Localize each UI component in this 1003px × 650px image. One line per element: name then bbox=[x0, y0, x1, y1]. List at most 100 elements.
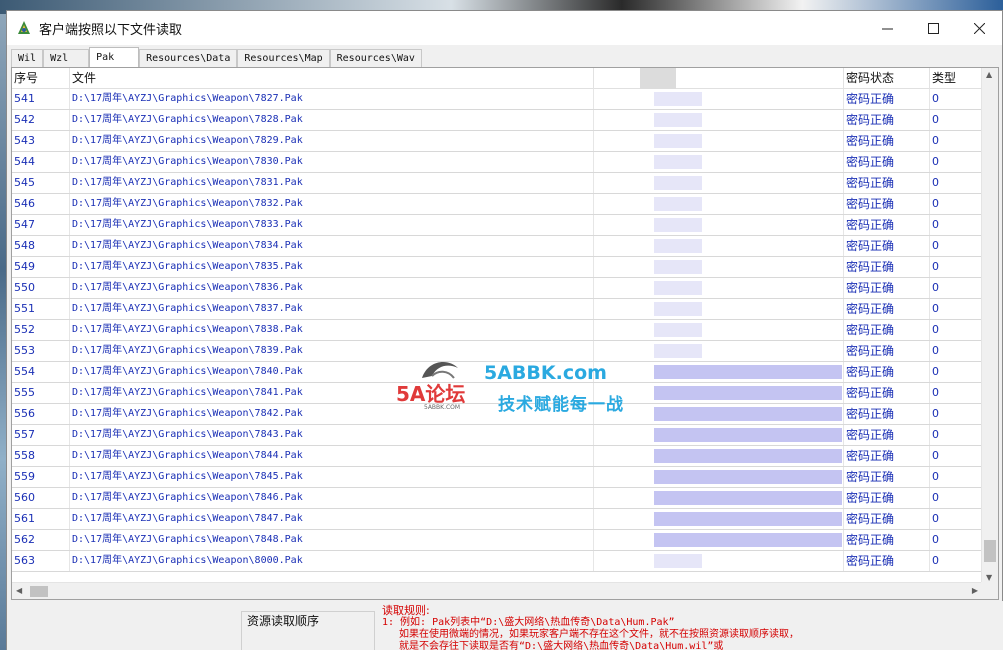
table-row[interactable]: 552 D:\17周年\AYZJ\Graphics\Weapon\7838.Pak… bbox=[12, 320, 982, 341]
row-password-status: 密码正确 bbox=[844, 215, 930, 235]
tab-bar: Wil Wzl Pak Resources\Data Resources\Map… bbox=[11, 47, 422, 68]
column-header-file[interactable]: 文件 bbox=[70, 68, 594, 89]
obscured-content bbox=[654, 554, 702, 568]
table-row[interactable]: 557 D:\17周年\AYZJ\Graphics\Weapon\7843.Pak… bbox=[12, 425, 982, 446]
vertical-scroll-thumb[interactable] bbox=[984, 540, 996, 562]
row-file-path: D:\17周年\AYZJ\Graphics\Weapon\7832.Pak bbox=[70, 194, 594, 214]
row-password-status: 密码正确 bbox=[844, 278, 930, 298]
row-number: 545 bbox=[12, 173, 70, 193]
row-password-status: 密码正确 bbox=[844, 362, 930, 382]
table-row[interactable]: 559 D:\17周年\AYZJ\Graphics\Weapon\7845.Pak… bbox=[12, 467, 982, 488]
table-row[interactable]: 551 D:\17周年\AYZJ\Graphics\Weapon\7837.Pak… bbox=[12, 299, 982, 320]
row-obscured-cell bbox=[594, 446, 844, 466]
row-number: 558 bbox=[12, 446, 70, 466]
table-row[interactable]: 545 D:\17周年\AYZJ\Graphics\Weapon\7831.Pak… bbox=[12, 173, 982, 194]
table-row[interactable]: 548 D:\17周年\AYZJ\Graphics\Weapon\7834.Pak… bbox=[12, 236, 982, 257]
column-header-obscured[interactable] bbox=[594, 68, 844, 89]
window-title: 客户端按照以下文件读取 bbox=[39, 22, 183, 38]
table-row[interactable]: 549 D:\17周年\AYZJ\Graphics\Weapon\7835.Pak… bbox=[12, 257, 982, 278]
obscured-header-patch bbox=[640, 68, 676, 89]
row-type: 0 bbox=[930, 551, 982, 571]
row-file-path: D:\17周年\AYZJ\Graphics\Weapon\7835.Pak bbox=[70, 257, 594, 277]
row-type: 0 bbox=[930, 383, 982, 403]
maximize-icon bbox=[927, 22, 939, 34]
row-type: 0 bbox=[930, 173, 982, 193]
tab-resources-data[interactable]: Resources\Data bbox=[139, 49, 238, 67]
row-number: 546 bbox=[12, 194, 70, 214]
scroll-left-icon[interactable]: ◀ bbox=[16, 586, 22, 595]
file-list[interactable]: 序号 文件 密码状态 类型 541 D:\17周年\AYZJ\Graphics\W… bbox=[11, 67, 999, 600]
row-password-status: 密码正确 bbox=[844, 383, 930, 403]
resource-order-title: 资源读取顺序 bbox=[247, 612, 320, 629]
scroll-down-icon[interactable]: ▼ bbox=[986, 573, 992, 582]
obscured-content bbox=[654, 470, 842, 484]
row-type: 0 bbox=[930, 257, 982, 277]
close-button[interactable] bbox=[956, 11, 1002, 45]
row-file-path: D:\17周年\AYZJ\Graphics\Weapon\7847.Pak bbox=[70, 509, 594, 529]
table-row[interactable]: 561 D:\17周年\AYZJ\Graphics\Weapon\7847.Pak… bbox=[12, 509, 982, 530]
row-file-path: D:\17周年\AYZJ\Graphics\Weapon\7829.Pak bbox=[70, 131, 594, 151]
row-password-status: 密码正确 bbox=[844, 152, 930, 172]
row-file-path: D:\17周年\AYZJ\Graphics\Weapon\7844.Pak bbox=[70, 446, 594, 466]
rule-line-3: 就是不会存往下读取是否有“D:\盛大网络\热血传奇\Data\Hum.wil”或 bbox=[399, 641, 724, 650]
row-number: 561 bbox=[12, 509, 70, 529]
table-row[interactable]: 547 D:\17周年\AYZJ\Graphics\Weapon\7833.Pak… bbox=[12, 215, 982, 236]
row-obscured-cell bbox=[594, 509, 844, 529]
row-number: 560 bbox=[12, 488, 70, 508]
tab-resources-wav[interactable]: Resources\Wav bbox=[329, 49, 422, 67]
watermark: 5A论坛 5ABBK.COM 5ABBK.com 技术赋能每一战 bbox=[396, 356, 636, 426]
row-password-status: 密码正确 bbox=[844, 236, 930, 256]
scroll-right-icon[interactable]: ▶ bbox=[972, 586, 978, 595]
row-type: 0 bbox=[930, 362, 982, 382]
table-row[interactable]: 563 D:\17周年\AYZJ\Graphics\Weapon\8000.Pak… bbox=[12, 551, 982, 572]
table-row[interactable]: 560 D:\17周年\AYZJ\Graphics\Weapon\7846.Pak… bbox=[12, 488, 982, 509]
row-obscured-cell bbox=[594, 257, 844, 277]
tab-wil[interactable]: Wil bbox=[11, 49, 44, 67]
row-password-status: 密码正确 bbox=[844, 446, 930, 466]
row-number: 562 bbox=[12, 530, 70, 550]
row-type: 0 bbox=[930, 215, 982, 235]
row-password-status: 密码正确 bbox=[844, 194, 930, 214]
row-number: 555 bbox=[12, 383, 70, 403]
column-header-type[interactable]: 类型 bbox=[930, 68, 982, 89]
table-row[interactable]: 546 D:\17周年\AYZJ\Graphics\Weapon\7832.Pak… bbox=[12, 194, 982, 215]
row-obscured-cell bbox=[594, 89, 844, 109]
title-bar[interactable]: 客户端按照以下文件读取 bbox=[7, 11, 1002, 45]
maximize-button[interactable] bbox=[910, 11, 956, 45]
bottom-panel: 资源读取顺序 读取规则: 1: 例如: Pak列表中“D:\盛大网络\热血传奇\… bbox=[7, 601, 1003, 650]
table-row[interactable]: 562 D:\17周年\AYZJ\Graphics\Weapon\7848.Pak… bbox=[12, 530, 982, 551]
obscured-content bbox=[654, 491, 842, 505]
horizontal-scrollbar[interactable]: ◀ ▶ bbox=[12, 582, 982, 599]
row-file-path: D:\17周年\AYZJ\Graphics\Weapon\7828.Pak bbox=[70, 110, 594, 130]
obscured-content bbox=[654, 197, 702, 211]
table-row[interactable]: 543 D:\17周年\AYZJ\Graphics\Weapon\7829.Pak… bbox=[12, 131, 982, 152]
table-row[interactable]: 542 D:\17周年\AYZJ\Graphics\Weapon\7828.Pak… bbox=[12, 110, 982, 131]
row-type: 0 bbox=[930, 236, 982, 256]
table-row[interactable]: 541 D:\17周年\AYZJ\Graphics\Weapon\7827.Pak… bbox=[12, 89, 982, 110]
row-obscured-cell bbox=[594, 236, 844, 256]
vertical-scrollbar[interactable]: ▲ ▼ bbox=[981, 68, 998, 584]
tab-pak[interactable]: Pak bbox=[89, 47, 140, 68]
tab-wzl[interactable]: Wzl bbox=[43, 49, 90, 67]
watermark-brand-sub: 5ABBK.COM bbox=[424, 404, 461, 411]
row-file-path: D:\17周年\AYZJ\Graphics\Weapon\8000.Pak bbox=[70, 551, 594, 571]
horizontal-scroll-thumb[interactable] bbox=[30, 586, 48, 597]
row-password-status: 密码正确 bbox=[844, 509, 930, 529]
minimize-button[interactable] bbox=[864, 11, 910, 45]
obscured-content bbox=[654, 239, 702, 253]
row-type: 0 bbox=[930, 509, 982, 529]
column-header-no[interactable]: 序号 bbox=[12, 68, 70, 89]
table-row[interactable]: 544 D:\17周年\AYZJ\Graphics\Weapon\7830.Pak… bbox=[12, 152, 982, 173]
table-row[interactable]: 550 D:\17周年\AYZJ\Graphics\Weapon\7836.Pak… bbox=[12, 278, 982, 299]
column-header-status[interactable]: 密码状态 bbox=[844, 68, 930, 89]
table-row[interactable]: 558 D:\17周年\AYZJ\Graphics\Weapon\7844.Pak… bbox=[12, 446, 982, 467]
scroll-up-icon[interactable]: ▲ bbox=[986, 70, 992, 79]
row-number: 557 bbox=[12, 425, 70, 445]
row-file-path: D:\17周年\AYZJ\Graphics\Weapon\7836.Pak bbox=[70, 278, 594, 298]
row-type: 0 bbox=[930, 152, 982, 172]
obscured-content bbox=[654, 428, 842, 442]
row-number: 552 bbox=[12, 320, 70, 340]
tab-resources-map[interactable]: Resources\Map bbox=[237, 49, 330, 67]
row-obscured-cell bbox=[594, 278, 844, 298]
row-file-path: D:\17周年\AYZJ\Graphics\Weapon\7838.Pak bbox=[70, 320, 594, 340]
